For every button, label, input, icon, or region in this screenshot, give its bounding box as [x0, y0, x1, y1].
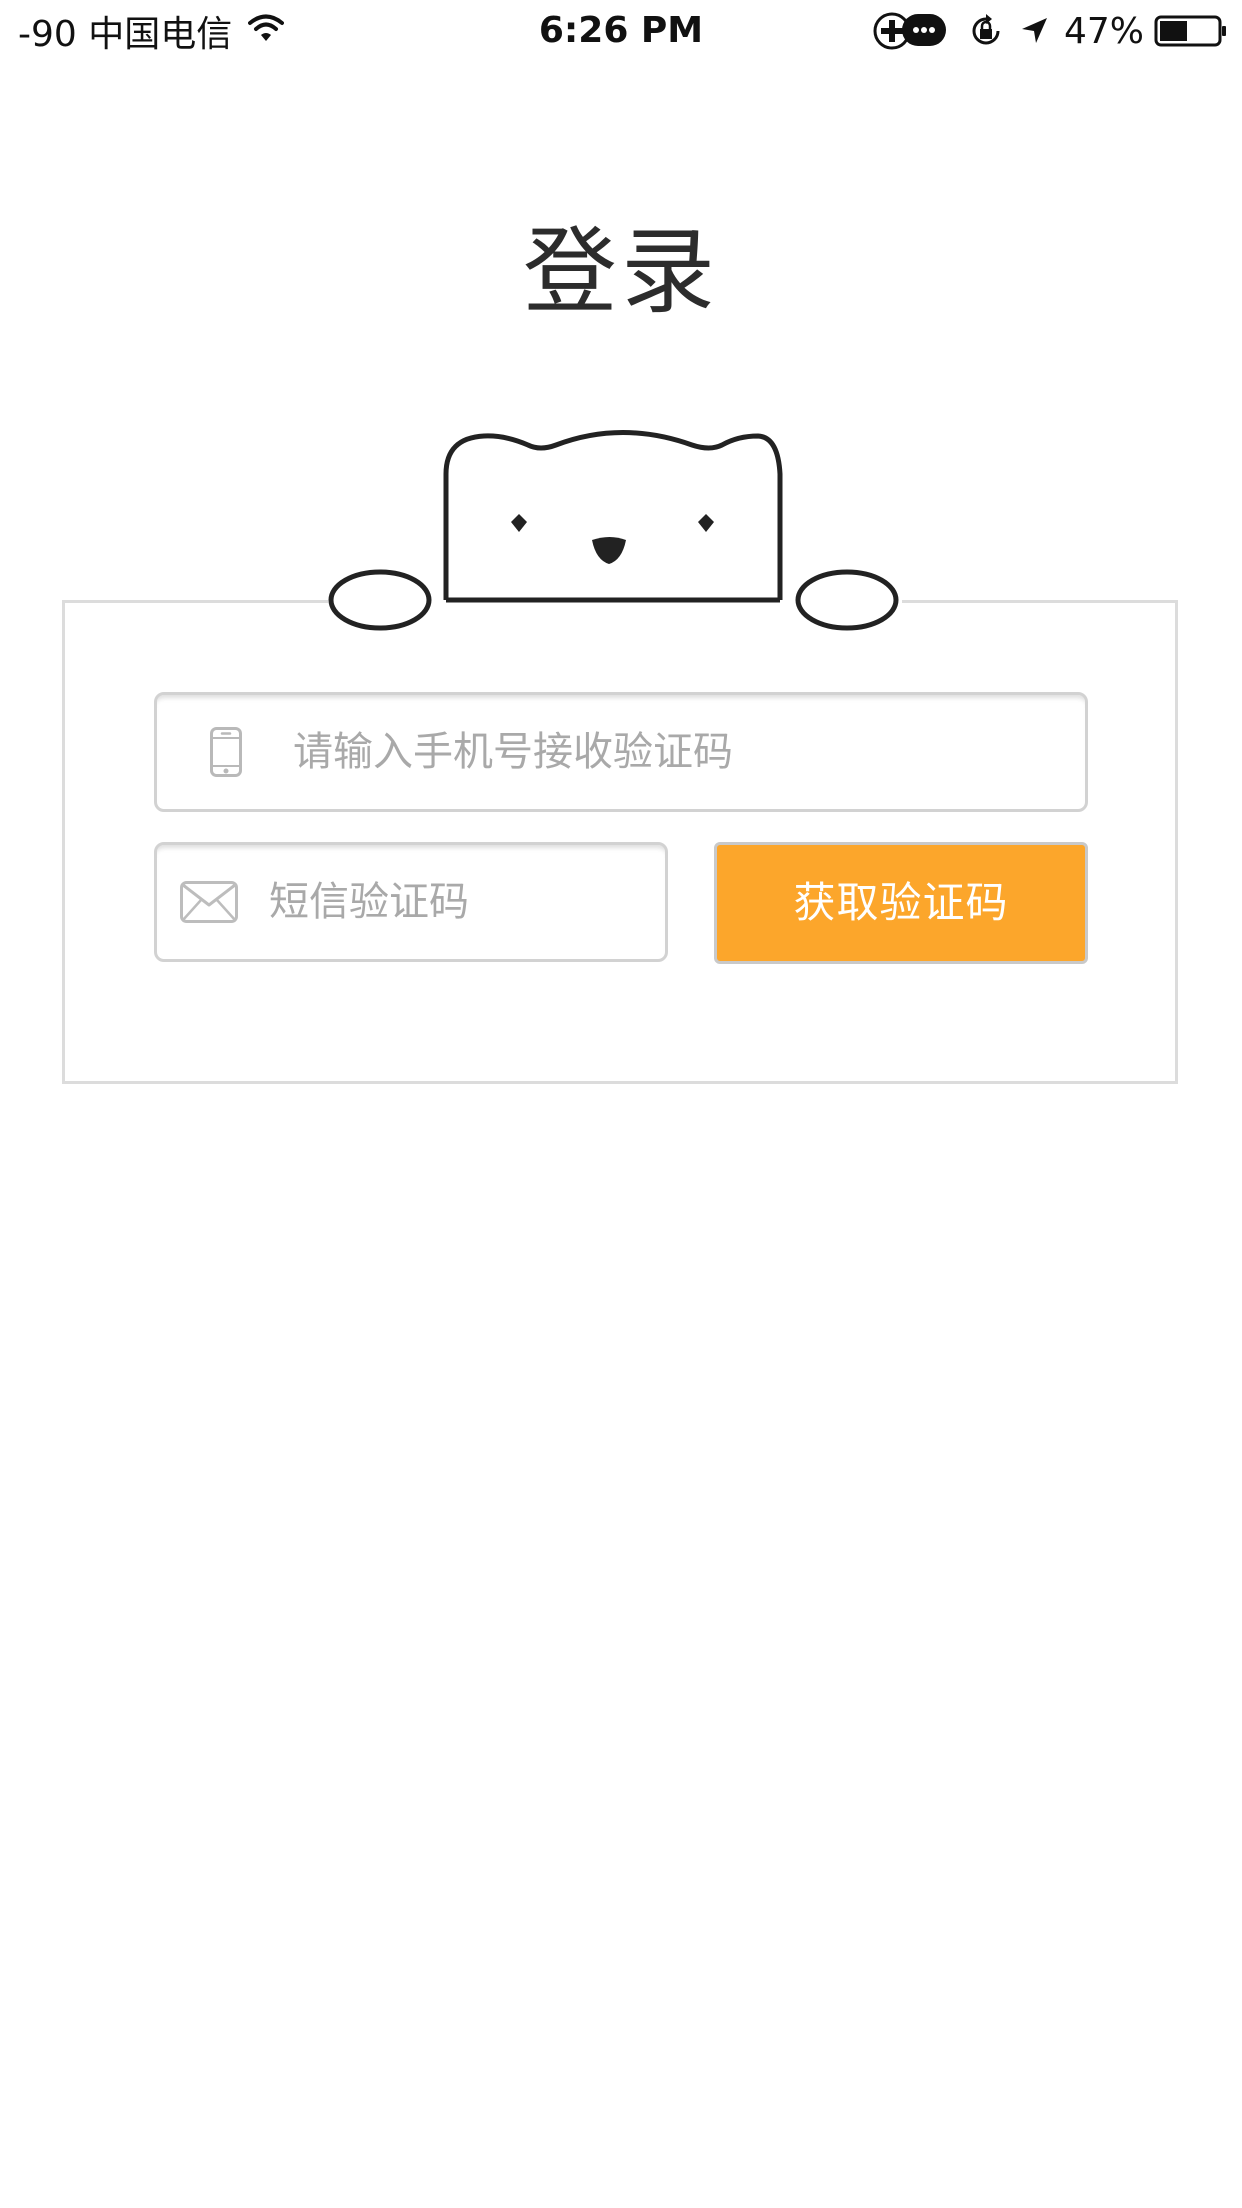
- location-arrow-icon: [1018, 15, 1050, 47]
- phone-field[interactable]: [154, 692, 1088, 812]
- sms-code-field[interactable]: [154, 842, 768, 962]
- status-bar: -90 中国电信 6:26 PM 47%: [0, 0, 1242, 62]
- message-bubble-icon: [900, 11, 948, 51]
- envelope-icon: [179, 880, 239, 924]
- bear-mascot-illustration: [328, 430, 902, 631]
- rotation-lock-icon: [968, 13, 1004, 49]
- phone-icon: [181, 726, 271, 778]
- sms-code-input[interactable]: [239, 845, 768, 959]
- page-title: 登录: [522, 217, 719, 327]
- status-right: 47%: [858, 8, 1228, 54]
- battery-icon: [1154, 14, 1228, 48]
- get-code-button[interactable]: 获取验证码: [714, 842, 1088, 964]
- battery-percent: 47%: [1063, 10, 1144, 52]
- phone-input[interactable]: [271, 695, 1085, 809]
